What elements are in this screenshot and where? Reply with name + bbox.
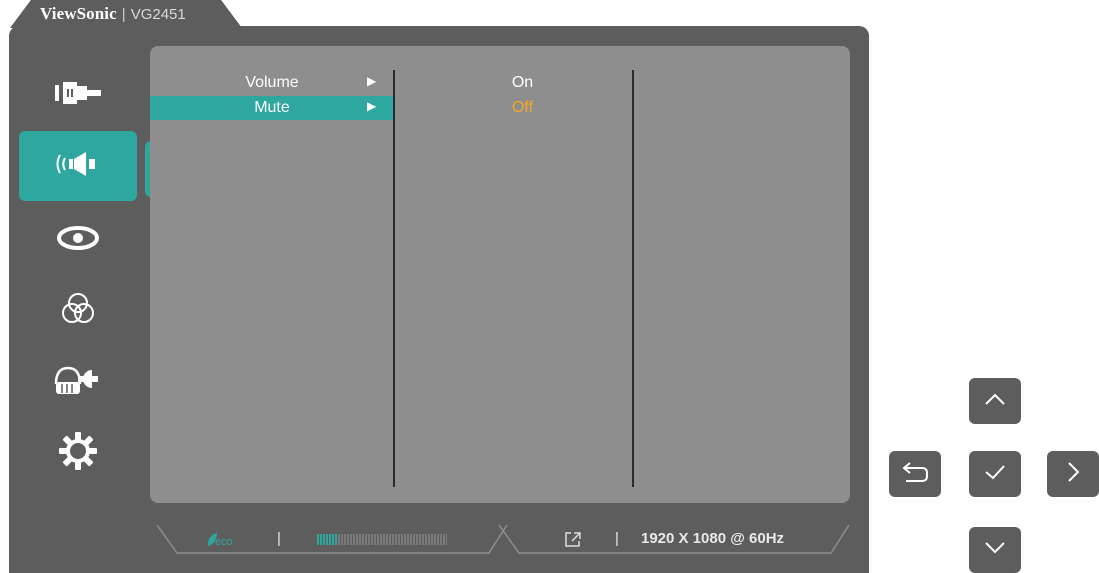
chevron-right-icon — [1065, 460, 1081, 489]
return-icon — [900, 460, 930, 489]
submenu-item-mute[interactable]: Mute ▶ — [150, 96, 393, 120]
back-button[interactable] — [889, 451, 941, 497]
speaker-icon — [54, 151, 102, 182]
option-on[interactable]: On — [450, 74, 595, 92]
submenu-arrow-icon: ▶ — [367, 74, 377, 88]
sidebar-item-setup-menu[interactable] — [19, 418, 137, 488]
input-icon — [55, 81, 101, 109]
color-circles-icon — [58, 289, 98, 334]
brand-name: ViewSonic — [40, 4, 117, 23]
right-button[interactable] — [1047, 451, 1099, 497]
column-divider-left — [393, 70, 395, 487]
submenu-item-volume[interactable]: Volume ▶ — [150, 71, 393, 95]
sidebar-item-manual-image-adjust[interactable] — [19, 347, 137, 417]
column-divider-right — [632, 70, 634, 487]
content-panel: Volume ▶ Mute ▶ On Off — [150, 46, 850, 503]
eye-icon — [55, 225, 101, 256]
up-button[interactable] — [969, 378, 1021, 424]
eco-level-fill — [317, 534, 338, 545]
chevron-up-icon — [983, 391, 1007, 412]
submenu-arrow-icon: ▶ — [367, 99, 377, 113]
eco-level-meter — [317, 534, 447, 545]
sidebar-item-color-adjust[interactable] — [19, 276, 137, 346]
hand-wrench-icon — [52, 362, 104, 403]
resolution-text: 1920 X 1080 @ 60Hz — [641, 530, 785, 547]
brand-separator: | — [121, 5, 126, 23]
ok-button[interactable] — [969, 451, 1021, 497]
gear-icon — [58, 431, 98, 476]
chevron-down-icon — [983, 540, 1007, 561]
brand-tab: ViewSonic | VG2451 — [10, 0, 242, 28]
submenu-item-label: Volume — [245, 74, 299, 91]
status-separator: | — [277, 530, 281, 547]
sidebar-item-audio-adjust[interactable] — [19, 131, 137, 201]
down-button[interactable] — [969, 527, 1021, 573]
status-bar: eco | | 1920 X 1080 @ 60Hz — [155, 524, 851, 554]
osd-menu: Volume ▶ Mute ▶ On Off eco | | 1920 X 10… — [9, 26, 869, 573]
option-off[interactable]: Off — [450, 99, 595, 117]
eco-label: eco — [215, 536, 233, 548]
model-name: VG2451 — [130, 5, 186, 23]
checkmark-icon — [983, 462, 1007, 487]
status-separator: | — [615, 530, 619, 547]
sidebar-item-viewmode[interactable] — [19, 205, 137, 275]
external-link-icon — [564, 531, 582, 553]
sidebar-item-input-select[interactable] — [19, 60, 137, 130]
submenu-item-label: Mute — [254, 99, 290, 116]
